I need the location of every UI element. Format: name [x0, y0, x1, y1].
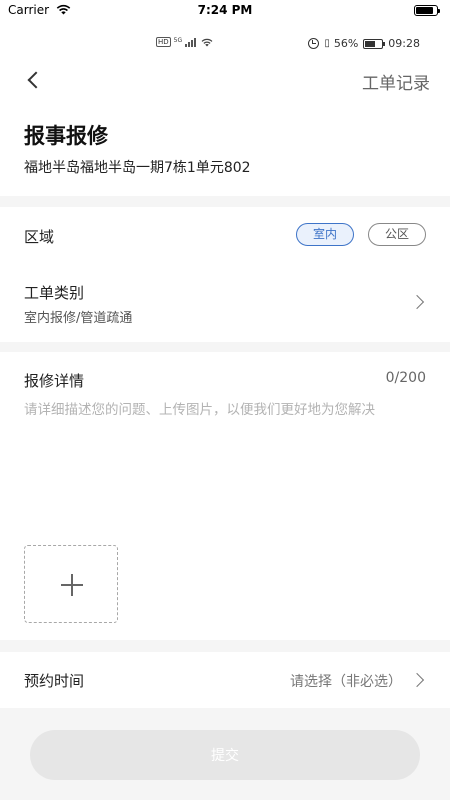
- navigation-bar: 工单记录: [0, 64, 450, 96]
- detail-label: 报修详情: [24, 372, 85, 390]
- vibrate-icon: ▯: [324, 38, 329, 49]
- android-time: 09:28: [388, 37, 420, 50]
- battery-icon: [363, 38, 386, 49]
- add-image-button[interactable]: [24, 545, 118, 623]
- header-section: 报事报修 福地半岛福地半岛一期7栋1单元802: [0, 96, 450, 196]
- battery-percent: 56%: [333, 37, 359, 50]
- chevron-right-icon: [409, 672, 425, 688]
- page-title: 报事报修: [24, 124, 108, 148]
- appointment-value[interactable]: 请选择（非必选）: [290, 671, 402, 691]
- android-status-bar: HD 5G ▯ 56% 09:28: [0, 22, 450, 64]
- category-label: 工单类别: [24, 284, 85, 302]
- region-option-public[interactable]: 公区: [368, 223, 426, 246]
- repair-detail-card: 报修详情 0/200: [0, 352, 450, 640]
- battery-icon: [414, 5, 440, 16]
- ios-time: 7:24 PM: [197, 3, 253, 17]
- detail-textarea[interactable]: [24, 402, 428, 532]
- char-counter: 0/200: [385, 370, 426, 386]
- appointment-row[interactable]: 预约时间 请选择（非必选）: [0, 652, 450, 708]
- ios-status-bar: Carrier 7:24 PM: [0, 0, 450, 22]
- wifi-icon: [201, 38, 213, 46]
- work-order-records-link[interactable]: 工单记录: [362, 69, 430, 94]
- hd-badge: HD: [156, 37, 171, 47]
- back-icon[interactable]: [24, 68, 48, 92]
- submit-button[interactable]: 提交: [30, 730, 420, 780]
- region-option-indoor[interactable]: 室内: [296, 223, 354, 246]
- region-category-card: 区域 室内 公区 工单类别 室内报修/管道疏通: [0, 207, 450, 342]
- signal-icon: [185, 37, 197, 47]
- address-label: 福地半岛福地半岛一期7栋1单元802: [24, 160, 251, 176]
- appointment-label: 预约时间: [24, 672, 85, 690]
- alarm-icon: [308, 38, 320, 49]
- category-value: 室内报修/管道疏通: [24, 311, 133, 326]
- network-type-label: 5G: [173, 37, 183, 44]
- region-label: 区域: [24, 228, 55, 246]
- chevron-right-icon: [409, 294, 425, 310]
